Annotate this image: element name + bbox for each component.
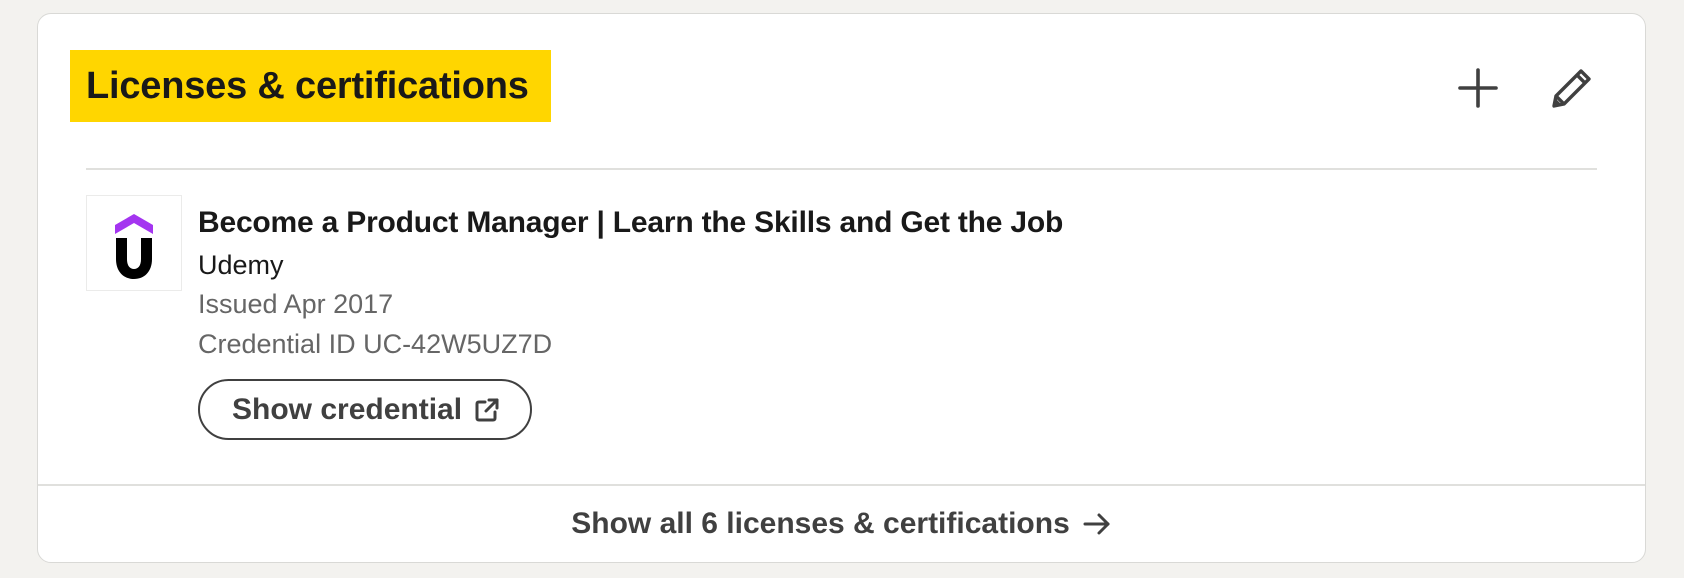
credential-id: Credential ID UC-42W5UZ7D xyxy=(198,329,553,359)
section-divider xyxy=(86,168,1597,170)
show-credential-button[interactable]: Show credential xyxy=(198,379,533,440)
plus-icon xyxy=(1458,68,1498,108)
external-link-icon xyxy=(474,397,500,423)
arrow-right-icon xyxy=(1082,512,1112,536)
section-title: Licenses & certifications xyxy=(70,50,551,122)
certification-issuer: Udemy xyxy=(198,250,284,280)
pencil-icon xyxy=(1551,67,1593,109)
udemy-logo[interactable] xyxy=(86,195,182,291)
certification-title: Become a Product Manager | Learn the Ski… xyxy=(198,206,1064,239)
show-all-certifications-link[interactable]: Show all 6 licenses & certifications xyxy=(38,486,1645,562)
edit-certifications-button[interactable] xyxy=(1546,62,1598,114)
certification-issue-date: Issued Apr 2017 xyxy=(198,289,394,319)
licenses-certifications-card: Licenses & certifications Become a Produ… xyxy=(37,13,1646,563)
add-certification-button[interactable] xyxy=(1452,62,1504,114)
show-all-label: Show all 6 licenses & certifications xyxy=(571,507,1070,540)
show-credential-label: Show credential xyxy=(232,392,463,426)
